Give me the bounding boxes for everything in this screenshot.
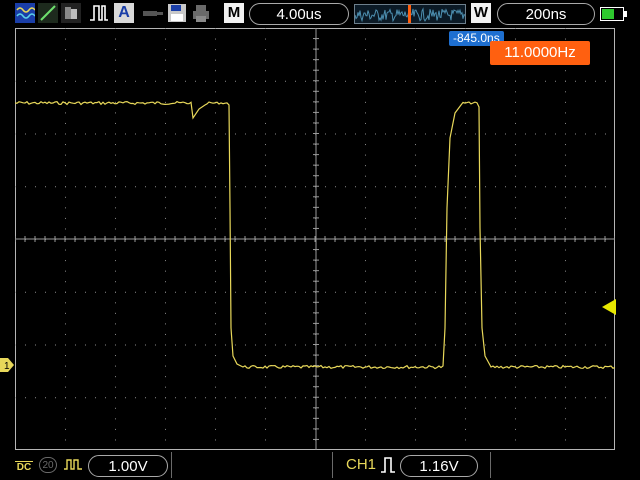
pulse-icon[interactable]: [89, 3, 109, 23]
coupling-indicator[interactable]: DC: [15, 455, 33, 475]
trigger-source-label: CH1: [346, 456, 377, 473]
trigger-edge-icon[interactable]: [380, 456, 396, 479]
coupling-label: DC: [16, 462, 32, 473]
persistence-icon[interactable]: [61, 3, 81, 23]
cursor-line-icon[interactable]: [38, 3, 58, 23]
invert-icon[interactable]: [63, 457, 83, 476]
probe-icon[interactable]: [141, 3, 165, 23]
window-timebase-readout[interactable]: 200ns: [497, 3, 595, 25]
main-timebase-readout[interactable]: 4.00us: [249, 3, 349, 25]
volts-per-div-readout[interactable]: 1.00V: [88, 455, 168, 477]
bandwidth-limit-icon[interactable]: 20: [39, 457, 57, 473]
print-icon[interactable]: [191, 3, 211, 23]
memory-position-marker: [408, 5, 411, 23]
status-divider: [332, 452, 333, 478]
trigger-level-marker[interactable]: [600, 299, 616, 315]
trigger-level-readout[interactable]: 1.16V: [400, 455, 478, 477]
status-divider: [171, 452, 172, 478]
status-divider: [490, 452, 491, 478]
battery-icon: [600, 7, 628, 21]
ch1-marker-label: 1: [4, 361, 10, 372]
ch1-waveform-trace: [15, 100, 615, 370]
memory-position-bar[interactable]: [354, 4, 466, 24]
frequency-readout: 11.0000Hz: [490, 41, 590, 65]
graticule: [15, 28, 615, 450]
window-timebase-mode[interactable]: W: [471, 3, 491, 23]
ch1-ground-marker[interactable]: 1: [0, 358, 14, 372]
save-icon[interactable]: [167, 3, 187, 23]
top-toolbar: A M 4.00us W 200ns: [0, 0, 640, 28]
auto-measure-icon[interactable]: A: [114, 3, 134, 23]
display-mode-icon[interactable]: [15, 3, 36, 23]
main-timebase-mode[interactable]: M: [224, 3, 244, 23]
